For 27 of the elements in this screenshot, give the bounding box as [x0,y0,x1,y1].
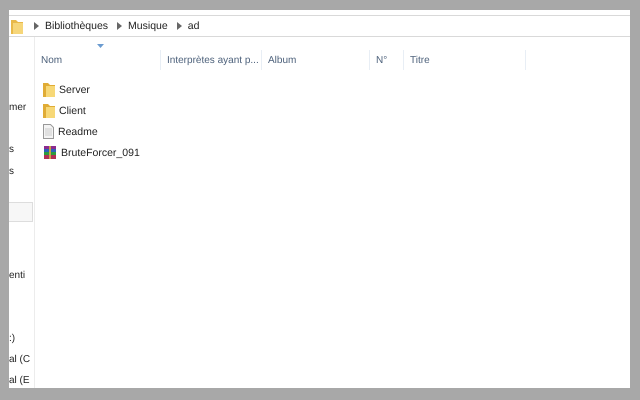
file-name[interactable]: BruteForcer_091 [61,146,140,158]
file-name[interactable]: Server [59,84,90,96]
chevron-icon [117,22,122,30]
breadcrumb-item[interactable]: ad [188,20,200,32]
breadcrumb-item[interactable]: Musique [128,20,168,32]
sidebar-item[interactable]: mer [9,101,26,114]
folder-icon [43,103,55,118]
archive-icon [43,145,57,160]
chevron-icon [176,22,182,30]
sidebar-item[interactable]: al (C [9,353,30,366]
sidebar-item[interactable]: s [9,165,14,178]
column-header[interactable]: Nom [41,54,62,66]
sidebar-item[interactable]: enti [9,269,26,282]
sidebar-item[interactable]: :) [9,332,16,345]
column-header[interactable]: Titre [410,54,430,66]
breadcrumb-item[interactable]: Bibliothèques [45,20,108,32]
column-header[interactable]: Interprètes ayant p... [167,54,259,66]
document-icon [43,124,54,139]
folder-icon [11,18,23,34]
column-header[interactable]: Album [268,54,296,66]
sidebar-item[interactable]: al (E [9,374,30,387]
chevron-icon [34,22,39,30]
folder-icon [43,82,55,97]
file-name[interactable]: Client [59,104,86,116]
file-name[interactable]: Readme [58,126,98,138]
sidebar-item[interactable]: s [9,143,14,156]
column-header[interactable]: N° [376,54,388,66]
